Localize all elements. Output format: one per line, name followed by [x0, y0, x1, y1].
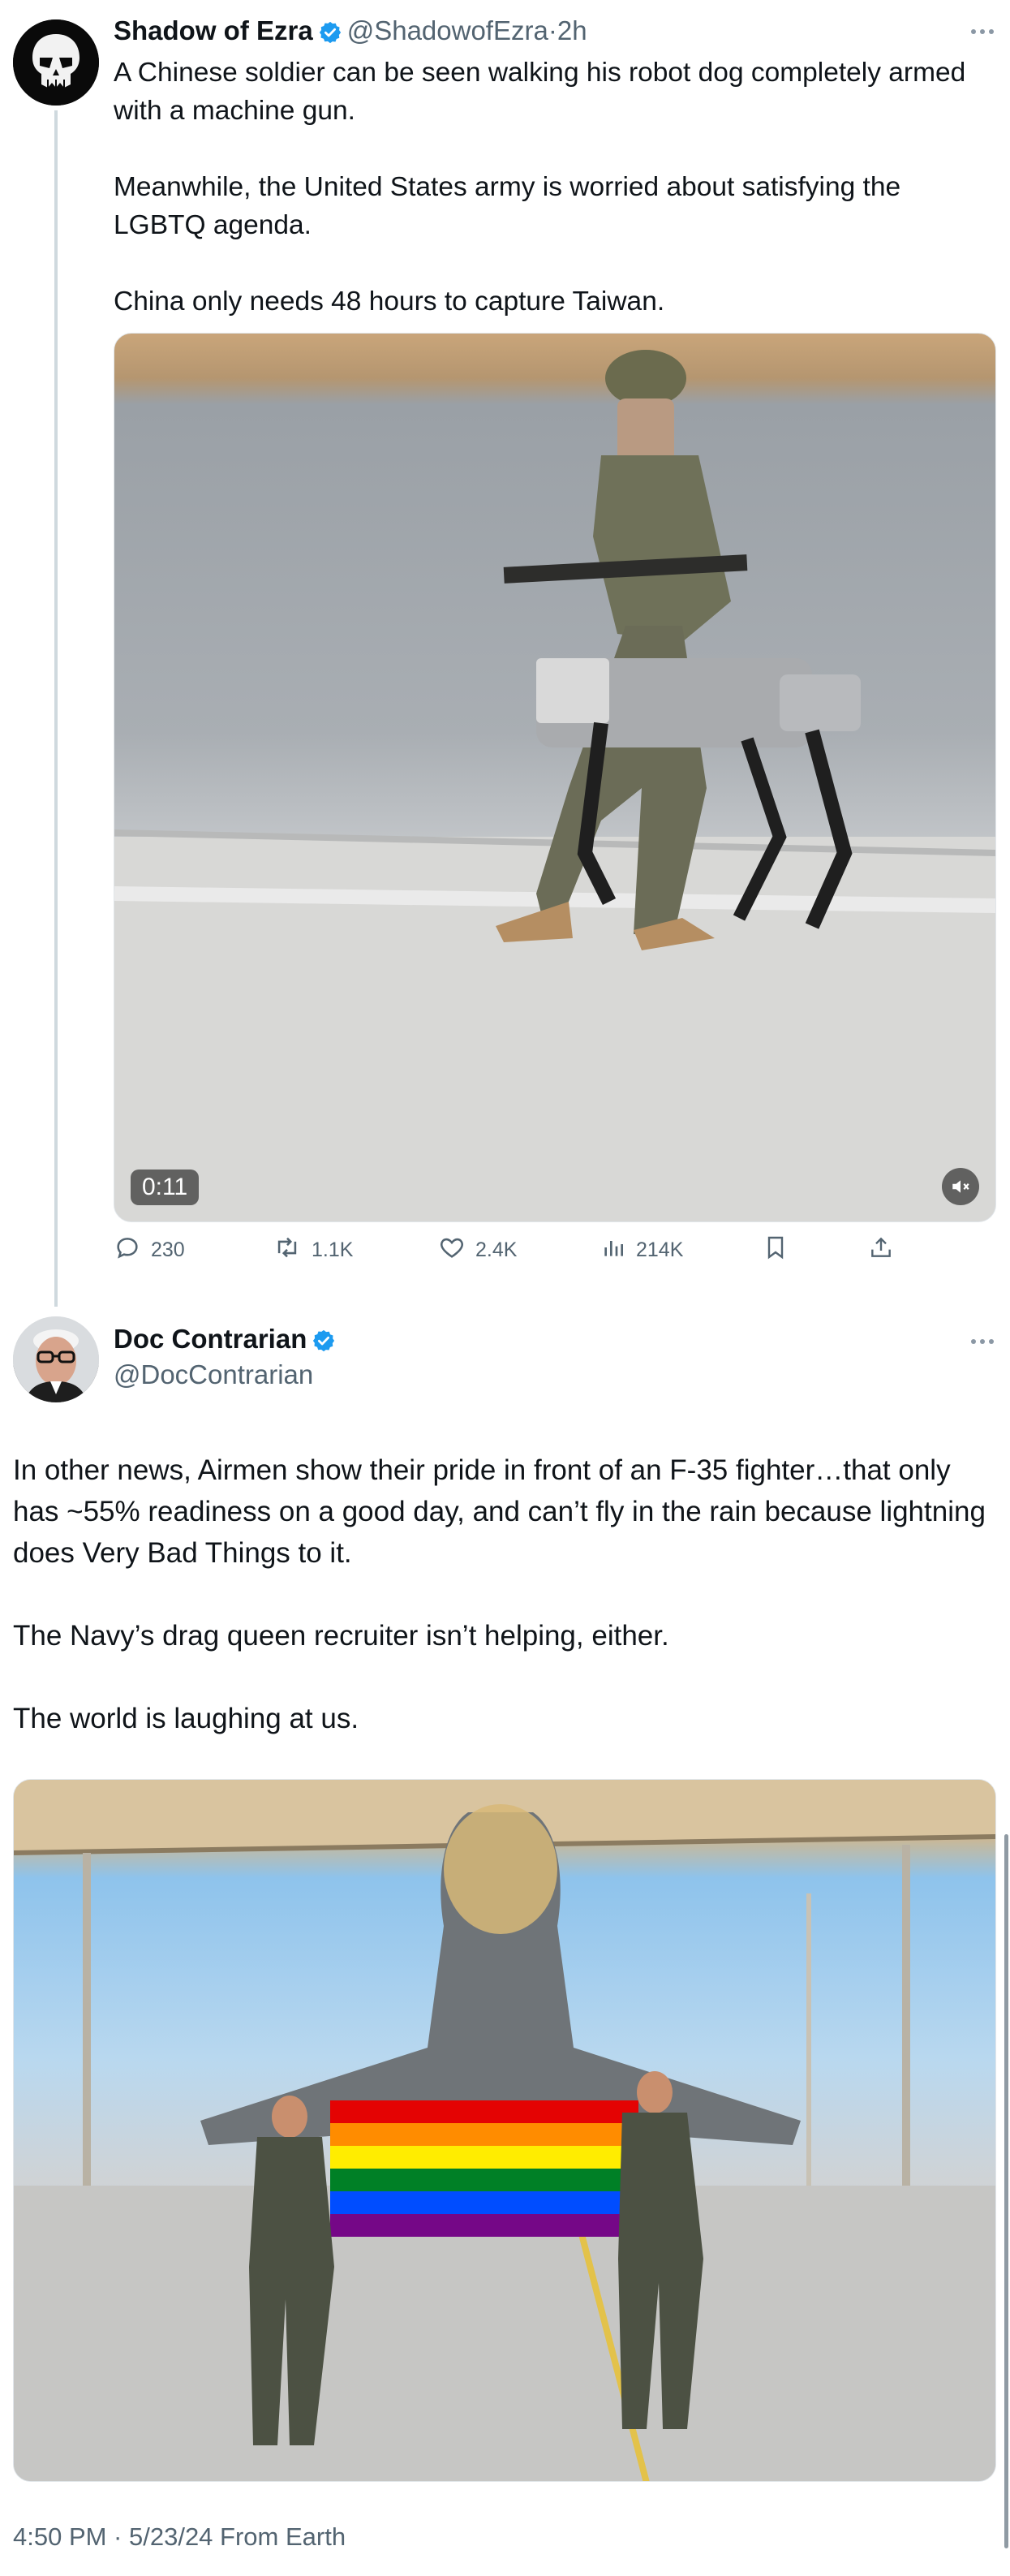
like-button[interactable]: 2.4K [438, 1234, 517, 1267]
thread-connector-line [54, 110, 58, 1307]
bookmark-icon [763, 1234, 789, 1267]
tweet-text: In other news, Airmen show their pride i… [13, 1454, 986, 1734]
like-count: 2.4K [475, 1238, 518, 1261]
mute-icon[interactable] [942, 1168, 979, 1205]
like-icon [438, 1234, 466, 1267]
tweet-timestamp[interactable]: 4:50 PM · 5/23/24 From Earth [13, 2522, 346, 2552]
tweet-age[interactable]: 2h [557, 15, 587, 45]
tweet-photo[interactable] [13, 1779, 996, 2482]
share-button[interactable] [868, 1234, 894, 1267]
repost-count: 1.1K [312, 1238, 354, 1261]
views-button[interactable]: 214K [600, 1234, 683, 1267]
handle[interactable]: @DocContrarian [114, 1359, 313, 1391]
reply-icon [114, 1234, 141, 1267]
tweet-header: Doc Contrarian [114, 1323, 341, 1360]
verified-badge-icon [312, 1328, 336, 1360]
avatar[interactable] [13, 19, 99, 106]
views-icon [600, 1234, 626, 1267]
video-player[interactable]: 0:11 [114, 333, 996, 1222]
scrollbar[interactable] [1004, 1834, 1008, 2548]
display-name[interactable]: Shadow of Ezra [114, 15, 313, 45]
display-name[interactable]: Doc Contrarian [114, 1324, 307, 1354]
more-icon[interactable] [971, 29, 994, 34]
more-icon[interactable] [971, 1339, 994, 1344]
video-duration: 0:11 [131, 1170, 200, 1205]
views-count: 214K [636, 1238, 684, 1261]
handle[interactable]: @ShadowofEzra [347, 15, 548, 45]
dot-separator: · [548, 15, 557, 45]
tweet-text: A Chinese soldier can be seen walking hi… [114, 58, 966, 317]
share-icon [868, 1234, 894, 1267]
reply-count: 230 [151, 1238, 185, 1261]
tweet-actions: 230 1.1K 2.4K 214K [114, 1234, 996, 1269]
verified-badge-icon [318, 19, 342, 52]
avatar[interactable] [13, 1316, 99, 1402]
bookmark-button[interactable] [763, 1234, 789, 1267]
repost-button[interactable]: 1.1K [273, 1234, 353, 1267]
repost-icon [273, 1234, 302, 1267]
reply-button[interactable]: 230 [114, 1234, 185, 1267]
tweet-header: Shadow of Ezra @ShadowofEzra·2h [114, 15, 587, 52]
